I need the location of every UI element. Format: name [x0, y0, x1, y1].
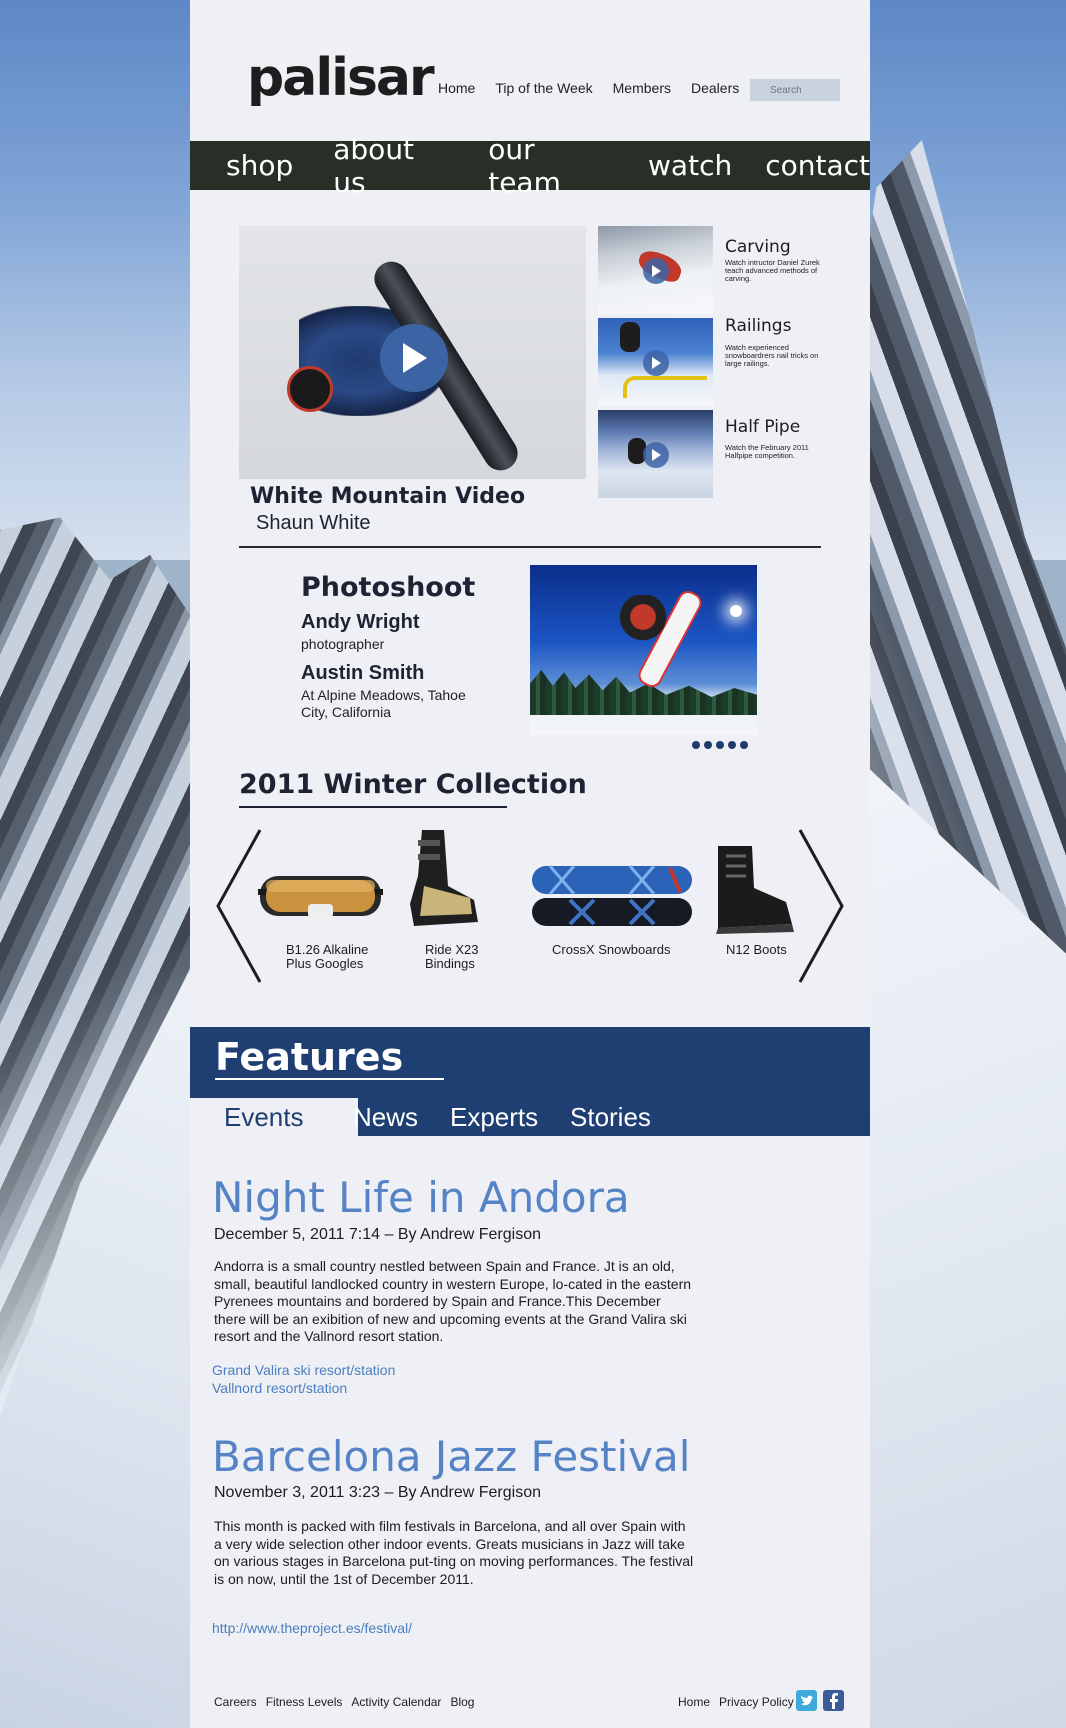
article-meta: November 3, 2011 3:23 – By Andrew Fergis…: [214, 1484, 541, 1501]
goggles-icon[interactable]: [258, 862, 383, 924]
main-nav-shop[interactable]: shop: [226, 149, 293, 182]
main-nav-our-team[interactable]: our team: [488, 133, 615, 199]
photographer-role: photographer: [301, 636, 385, 652]
footer-link-fitness-levels[interactable]: Fitness Levels: [266, 1695, 343, 1709]
article-link[interactable]: http://www.theproject.es/festival/: [212, 1620, 412, 1636]
video-desc-carving: Watch intructor Daniel Zurek teach advan…: [725, 258, 820, 283]
photoshoot-title: Photoshoot: [301, 572, 476, 603]
carousel-next-arrow[interactable]: [796, 828, 846, 984]
product-label-binding[interactable]: Ride X23 Bindings: [425, 943, 505, 971]
top-nav-dealers[interactable]: Dealers: [691, 80, 739, 96]
footer-link-blog[interactable]: Blog: [450, 1695, 474, 1709]
top-nav-members[interactable]: Members: [613, 80, 671, 96]
tab-experts[interactable]: Experts: [450, 1098, 538, 1136]
carousel-prev-arrow[interactable]: [214, 828, 264, 984]
article-link[interactable]: Grand Valira ski resort/station: [212, 1362, 395, 1378]
logo[interactable]: palisar: [247, 48, 435, 108]
main-nav-contact[interactable]: contact: [765, 149, 870, 182]
footer-links-right: Home Privacy Policy: [678, 1695, 794, 1709]
footer-links-left: Careers Fitness Levels Activity Calendar…: [214, 1695, 474, 1709]
footer-link-home[interactable]: Home: [678, 1695, 710, 1709]
twitter-icon[interactable]: [796, 1690, 817, 1711]
photoshoot-image[interactable]: [530, 565, 757, 735]
product-label-boots[interactable]: N12 Boots: [726, 943, 806, 957]
product-label-goggles[interactable]: B1.26 Alkaline Plus Googles: [286, 943, 396, 971]
main-nav-watch[interactable]: watch: [648, 149, 732, 182]
binding-icon[interactable]: [404, 826, 484, 936]
footer-link-careers[interactable]: Careers: [214, 1695, 257, 1709]
page-panel: palisar Home Tip of the Week Members Dea…: [190, 0, 870, 1728]
article-body: This month is packed with film festivals…: [214, 1518, 694, 1587]
video-title-railings[interactable]: Railings: [725, 316, 791, 336]
featured-video-title[interactable]: White Mountain Video: [250, 484, 525, 509]
video-title-half-pipe[interactable]: Half Pipe: [725, 417, 800, 437]
video-thumb-carving[interactable]: [598, 226, 713, 314]
slide-dot[interactable]: [704, 741, 712, 749]
video-desc-half-pipe: Watch the February 2011 Halfpipe competi…: [725, 443, 809, 460]
features-title: Features: [215, 1035, 404, 1079]
article-title[interactable]: Barcelona Jazz Festival: [212, 1432, 690, 1481]
article-title[interactable]: Night Life in Andora: [212, 1173, 630, 1222]
play-icon[interactable]: [643, 258, 669, 284]
collection-title: 2011 Winter Collection: [239, 769, 587, 800]
article-link[interactable]: Vallnord resort/station: [212, 1380, 347, 1396]
facebook-icon[interactable]: [823, 1690, 844, 1711]
slideshow-dots: [692, 741, 748, 749]
slide-dot[interactable]: [716, 741, 724, 749]
featured-video-subtitle: Shaun White: [256, 512, 371, 534]
play-icon[interactable]: [643, 350, 669, 376]
main-nav-about-us[interactable]: about us: [333, 133, 454, 199]
product-label-snowboard[interactable]: CrossX Snowboards: [552, 943, 692, 957]
search-input[interactable]: [750, 79, 840, 101]
tab-stories[interactable]: Stories: [570, 1098, 651, 1136]
video-title-carving[interactable]: Carving: [725, 237, 791, 257]
play-icon[interactable]: [380, 324, 448, 392]
features-underline: [215, 1078, 444, 1080]
tab-news[interactable]: News: [353, 1098, 418, 1136]
main-nav: shop about us our team watch contact: [190, 133, 870, 199]
section-divider: [239, 546, 821, 548]
article-meta: December 5, 2011 7:14 – By Andrew Fergis…: [214, 1226, 541, 1243]
play-icon[interactable]: [643, 442, 669, 468]
boot-icon[interactable]: [706, 842, 796, 934]
featured-video[interactable]: [239, 226, 586, 479]
slide-dot[interactable]: [740, 741, 748, 749]
article-body: Andorra is a small country nestled betwe…: [214, 1258, 692, 1344]
collection-underline: [239, 806, 507, 808]
footer-link-privacy-policy[interactable]: Privacy Policy: [719, 1695, 794, 1709]
footer-link-activity-calendar[interactable]: Activity Calendar: [351, 1695, 441, 1709]
photographer-name: Andy Wright: [301, 611, 420, 633]
top-nav: Home Tip of the Week Members Dealers: [438, 80, 739, 96]
slide-dot[interactable]: [692, 741, 700, 749]
video-thumb-railings[interactable]: [598, 318, 713, 406]
rail-shape: [623, 376, 707, 398]
rail-rider-figure: [620, 322, 640, 352]
sun: [730, 605, 742, 617]
top-nav-home[interactable]: Home: [438, 80, 475, 96]
top-nav-tip-of-the-week[interactable]: Tip of the Week: [495, 80, 592, 96]
snowboard-icon[interactable]: [530, 864, 694, 928]
jumping-rider: [618, 595, 668, 650]
video-desc-railings: Watch experienced snowboardrers nail tri…: [725, 343, 819, 368]
tab-events[interactable]: Events: [190, 1098, 358, 1136]
rider-helmet: [287, 366, 333, 412]
video-thumb-half-pipe[interactable]: [598, 410, 713, 498]
slide-dot[interactable]: [728, 741, 736, 749]
subject-location: At Alpine Meadows, Tahoe City, Californi…: [301, 687, 466, 720]
subject-name: Austin Smith: [301, 662, 425, 684]
